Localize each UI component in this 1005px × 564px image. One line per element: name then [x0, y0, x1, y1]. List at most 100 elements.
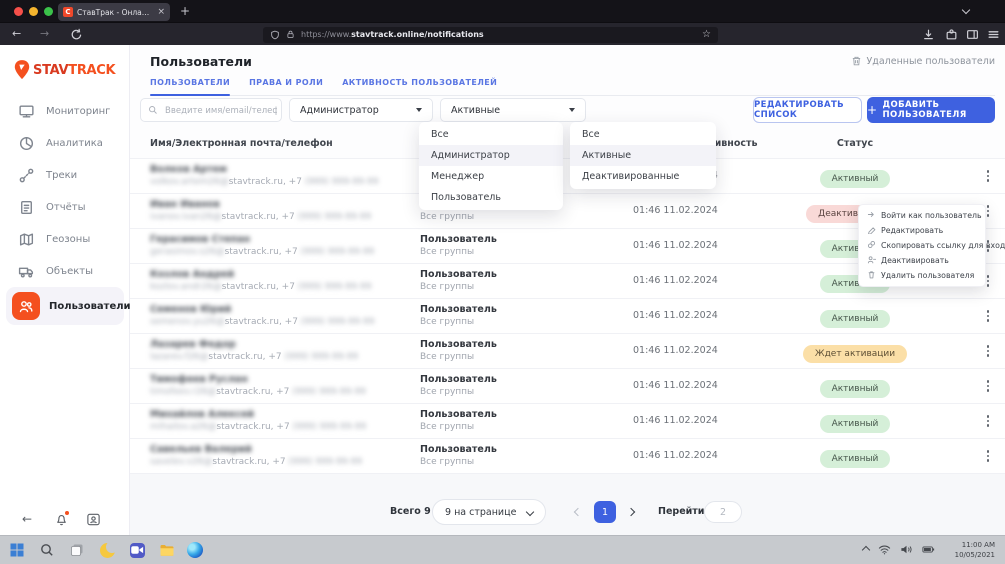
dropdown-option[interactable]: Менеджер — [419, 166, 563, 187]
extensions-icon[interactable] — [945, 28, 958, 41]
window-close-button[interactable] — [14, 7, 23, 16]
app-window: STAVTRACK Мониторинг Аналитика Треки Отч… — [0, 45, 1005, 535]
dropdown-option[interactable]: Все — [419, 124, 563, 145]
wifi-icon[interactable] — [878, 543, 891, 556]
explorer-icon[interactable] — [158, 541, 176, 559]
dropdown-option[interactable]: Активные — [570, 145, 716, 166]
delete-icon — [867, 270, 876, 281]
task-view-icon[interactable] — [68, 541, 86, 559]
star-icon[interactable]: ☆ — [702, 29, 711, 40]
sidebar-item-analytics[interactable]: Аналитика — [0, 127, 130, 159]
user-group: Все группы — [420, 247, 474, 257]
status-badge: Активный — [820, 170, 891, 188]
table-row: Волков Артем volkov.artem26@stavtrack.ru… — [130, 159, 1005, 194]
window-zoom-button[interactable] — [44, 7, 53, 16]
dropdown-option[interactable]: Пользователь — [419, 187, 563, 208]
last-activity: 01:46 11.02.2024 — [633, 310, 718, 321]
teams-icon[interactable] — [128, 541, 146, 559]
dropdown-option[interactable]: Администратор — [419, 145, 563, 166]
volume-icon[interactable] — [900, 543, 913, 556]
context-menu-item[interactable]: Скопировать ссылку для входа — [859, 238, 985, 253]
row-actions-button[interactable] — [981, 343, 995, 359]
role-select[interactable]: Администратор — [289, 98, 433, 122]
battery-icon[interactable] — [922, 543, 935, 556]
tab-2[interactable]: АКТИВНОСТЬ ПОЛЬЗОВАТЕЛЕЙ — [342, 78, 497, 95]
user-name: Лазарев Федор — [150, 339, 236, 350]
edge-icon[interactable] — [186, 541, 204, 559]
shield-icon[interactable] — [270, 30, 280, 40]
tab-close-icon[interactable]: × — [157, 8, 165, 17]
monitor-icon — [18, 103, 35, 120]
context-menu-item[interactable]: Редактировать — [859, 223, 985, 238]
tracks-icon — [18, 167, 35, 184]
dropdown-option[interactable]: Деактивированные — [570, 166, 716, 187]
status-badge: Активный — [820, 380, 891, 398]
user-contact: lazarev.f26@stavtrack.ru, +7 (999) 999-9… — [150, 352, 358, 362]
user-name: Семенов Юрий — [150, 304, 231, 315]
menu-icon[interactable] — [987, 28, 1000, 41]
sidebar-item-users[interactable]: Пользователи — [6, 287, 124, 325]
sidebar-item-geozones[interactable]: Геозоны — [0, 223, 130, 255]
back-button[interactable]: ← — [12, 27, 21, 41]
add-user-button[interactable]: + ДОБАВИТЬ ПОЛЬЗОВАТЕЛЯ — [867, 97, 995, 123]
lock-icon[interactable] — [286, 30, 295, 39]
last-activity: 01:46 11.02.2024 — [633, 345, 718, 356]
status-badge: Активный — [820, 450, 891, 468]
current-page[interactable]: 1 — [594, 501, 616, 523]
tab-list-chevron-icon[interactable] — [962, 6, 970, 14]
edit-list-button[interactable]: РЕДАКТИРОВАТЬ СПИСОК — [753, 97, 862, 123]
prev-page-button[interactable] — [568, 502, 588, 522]
per-page-select[interactable]: 9 на странице — [432, 499, 546, 525]
tray-chevron-icon[interactable] — [862, 545, 870, 553]
crescent-app-icon[interactable] — [98, 541, 116, 559]
last-activity: 01:46 11.02.2024 — [633, 275, 718, 286]
forward-button[interactable]: → — [40, 27, 49, 41]
context-menu-item[interactable]: Войти как пользователь — [859, 208, 985, 223]
user-name: Тимофеев Руслан — [150, 374, 248, 385]
col-status-header: Статус — [785, 138, 925, 149]
collapse-icon[interactable]: ← — [22, 512, 37, 527]
status-select[interactable]: Активные — [440, 98, 586, 122]
table-row: Семенов Юрий semenov.yu26@stavtrack.ru, … — [130, 299, 1005, 334]
browser-tab[interactable]: C СтавТрак - Онлайн мониторин × — [58, 3, 170, 21]
next-page-button[interactable] — [621, 502, 641, 522]
sidebar-item-reports[interactable]: Отчёты — [0, 191, 130, 223]
sidebar-nav: Мониторинг Аналитика Треки Отчёты Геозон… — [0, 95, 130, 325]
download-icon[interactable] — [922, 28, 935, 41]
start-icon[interactable] — [8, 541, 26, 559]
user-role: Пользователь — [420, 444, 497, 455]
sidebar-item-objects[interactable]: Объекты — [0, 255, 130, 287]
sidebar-item-monitor[interactable]: Мониторинг — [0, 95, 130, 127]
tab-0[interactable]: ПОЛЬЗОВАТЕЛИ — [150, 78, 230, 95]
new-tab-button[interactable]: + — [180, 4, 190, 18]
user-role: Пользователь — [420, 269, 497, 280]
url-bar[interactable]: https://www.stavtrack.online/notificatio… — [263, 27, 718, 43]
search-input[interactable] — [163, 100, 279, 122]
go-to-page-input[interactable]: 2 — [704, 501, 742, 523]
tab-title: СтавТрак - Онлайн мониторин — [77, 8, 153, 17]
context-menu-item[interactable]: Деактивировать — [859, 253, 985, 268]
context-menu-item[interactable]: Удалить пользователя — [859, 268, 985, 283]
user-contact: timofeev.r26@stavtrack.ru, +7 (999) 999-… — [150, 387, 366, 397]
dropdown-option[interactable]: Все — [570, 124, 716, 145]
user-contact: kozlov.andr26@stavtrack.ru, +7 (999) 999… — [150, 282, 371, 292]
row-actions-button[interactable] — [981, 308, 995, 324]
chevron-down-icon — [526, 508, 534, 516]
row-actions-button[interactable] — [981, 168, 995, 184]
row-actions-button[interactable] — [981, 413, 995, 429]
section-tabs: ПОЛЬЗОВАТЕЛИ ПРАВА И РОЛИ АКТИВНОСТЬ ПОЛЬЗ… — [150, 78, 995, 96]
reload-button[interactable] — [70, 28, 83, 41]
sidebar-panel-icon[interactable] — [966, 28, 979, 41]
taskbar-search-icon[interactable] — [38, 541, 56, 559]
objects-icon — [18, 263, 35, 280]
window-minimize-button[interactable] — [29, 7, 38, 16]
row-actions-button[interactable] — [981, 448, 995, 464]
profile-icon[interactable] — [86, 512, 101, 527]
row-actions-button[interactable] — [981, 378, 995, 394]
tab-1[interactable]: ПРАВА И РОЛИ — [249, 78, 323, 95]
status-badge: Активный — [820, 310, 891, 328]
search-icon — [148, 105, 158, 115]
sidebar-item-tracks[interactable]: Треки — [0, 159, 130, 191]
bell-icon[interactable] — [54, 512, 69, 527]
deleted-users-link[interactable]: Удаленные пользователи — [851, 55, 996, 67]
